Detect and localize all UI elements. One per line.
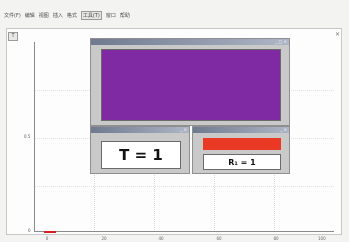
x-tick-label: 80 bbox=[273, 236, 279, 241]
y-tick-label: 0 bbox=[28, 228, 31, 233]
menu-view[interactable]: 视图 bbox=[39, 12, 49, 19]
t-value-label: T = 1 bbox=[119, 146, 163, 164]
r-window-titlebar[interactable]: _ × bbox=[193, 127, 289, 133]
r-color-bar bbox=[203, 138, 281, 150]
color-swatch bbox=[101, 49, 281, 121]
close-icon[interactable]: × bbox=[335, 32, 341, 38]
menu-help[interactable]: 帮助 bbox=[120, 12, 130, 19]
x-axis bbox=[34, 231, 334, 232]
menubar: 文件(F) 编辑 视图 插入 格式 工具(T) 窗口 帮助 bbox=[4, 9, 204, 21]
frame-tab[interactable]: T bbox=[8, 32, 18, 41]
t-window[interactable]: _ × T = 1 bbox=[90, 126, 190, 174]
x-tick-label: 60 bbox=[216, 236, 222, 241]
menu-edit[interactable]: 编辑 bbox=[25, 12, 35, 19]
color-window[interactable]: _ □ × bbox=[90, 38, 290, 126]
r-value-display: R₁ = 1 bbox=[203, 154, 281, 170]
x-tick-label: 0 bbox=[45, 236, 49, 241]
x-tick-label: 20 bbox=[101, 236, 107, 241]
menu-tools[interactable]: 工具(T) bbox=[80, 10, 102, 20]
window-controls-icon[interactable]: _ □ × bbox=[275, 39, 287, 45]
t-window-titlebar[interactable]: _ × bbox=[91, 127, 189, 133]
y-tick-label: 0.5 bbox=[24, 134, 31, 139]
window-controls-icon[interactable]: _ × bbox=[180, 127, 187, 133]
menu-window[interactable]: 窗口 bbox=[106, 12, 116, 19]
r-value-label: R₁ = 1 bbox=[228, 157, 256, 167]
page: 文件(F) 编辑 视图 插入 格式 工具(T) 窗口 帮助 T × 0.5 0 … bbox=[0, 0, 349, 242]
menu-format[interactable]: 格式 bbox=[67, 12, 77, 19]
red-trace bbox=[44, 231, 56, 233]
y-axis bbox=[34, 42, 35, 232]
menu-file[interactable]: 文件(F) bbox=[4, 12, 21, 19]
x-tick-label: 40 bbox=[158, 236, 164, 241]
menu-insert[interactable]: 插入 bbox=[53, 12, 63, 19]
grid-line bbox=[34, 186, 334, 187]
t-value-display: T = 1 bbox=[101, 141, 181, 169]
x-tick-label: 100 bbox=[318, 236, 326, 241]
window-controls-icon[interactable]: _ × bbox=[280, 127, 287, 133]
color-window-titlebar[interactable]: _ □ × bbox=[91, 39, 289, 45]
r-window[interactable]: _ × R₁ = 1 bbox=[192, 126, 290, 174]
